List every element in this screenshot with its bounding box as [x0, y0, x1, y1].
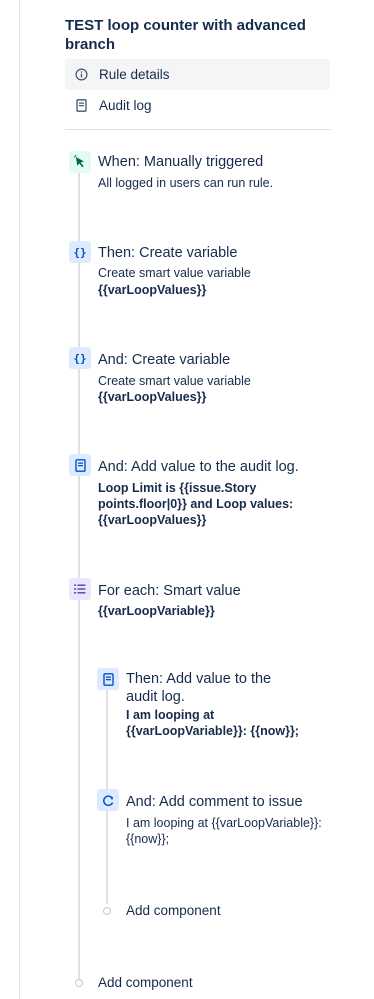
document-icon [97, 668, 119, 690]
branch-add-dot-icon [103, 907, 111, 915]
nav-rule-details-label: Rule details [99, 67, 170, 82]
branch-add-comment-description: I am looping at {{varLoopVariable}}: {{n… [126, 816, 322, 846]
main-flow-line [78, 170, 80, 980]
audit-log-action-description: Loop Limit is {{issue.Story points.floor… [98, 481, 294, 527]
rule-title: TEST loop counter with advanced branch [65, 17, 306, 53]
for-each-title: For each: Smart value [98, 583, 241, 599]
trigger-title: When: Manually triggered [98, 154, 264, 170]
nav-divider [65, 129, 331, 130]
braces-icon: {} [69, 241, 91, 263]
info-icon [74, 68, 88, 82]
branch-add-comment-title: And: Add comment to issue [126, 794, 303, 810]
create-variable-1-title: Then: Create variable [98, 245, 238, 261]
main-add-component-label: Add component [98, 975, 193, 990]
document-icon [69, 454, 91, 476]
nav-rule-details[interactable]: Rule details [65, 59, 330, 90]
create-variable-1-value: {{varLoopValues}} [98, 283, 207, 297]
nav-audit-log-label: Audit log [99, 98, 152, 113]
audit-log-action-title: And: Add value to the audit log. [98, 459, 299, 475]
create-variable-2-description: Create smart value variable [98, 374, 251, 388]
left-panel-edge [19, 0, 20, 999]
nav-audit-log[interactable]: Audit log [65, 90, 330, 121]
document-icon [74, 99, 88, 113]
branch-audit-log-title: Then: Add value to the audit log. [126, 671, 272, 705]
comment-refresh-icon [97, 789, 119, 811]
branch-audit-log-description: I am looping at {{varLoopVariable}}: {{n… [126, 708, 299, 738]
list-icon [69, 578, 91, 600]
trigger-description: All logged in users can run rule. [98, 176, 274, 190]
branch-add-component-label: Add component [126, 903, 221, 918]
create-variable-2-value: {{varLoopValues}} [98, 390, 207, 404]
for-each-description: {{varLoopVariable}} [98, 604, 215, 618]
create-variable-2-title: And: Create variable [98, 352, 231, 368]
create-variable-1-description: Create smart value variable [98, 266, 251, 280]
main-add-dot-icon [75, 979, 83, 987]
cursor-click-icon [69, 151, 91, 173]
braces-icon: {} [69, 347, 91, 369]
